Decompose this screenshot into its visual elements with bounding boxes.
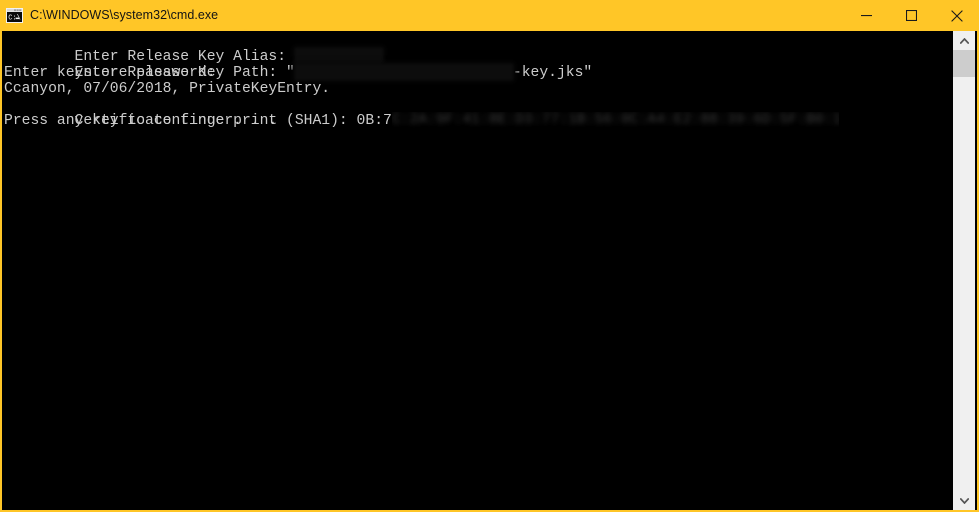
- console-text-block: Enter Release Key Alias: Enter Release K…: [2, 31, 957, 129]
- scrollbar-thumb[interactable]: [953, 50, 975, 77]
- console-line-keystore-password: Enter keystore password:: [4, 65, 216, 81]
- cmd-console-icon: C:\: [6, 8, 23, 23]
- caption-button-group: [844, 0, 977, 31]
- cmd-window: C:\ C:\WINDOWS\system32\cmd.exe Enter Re…: [0, 0, 979, 512]
- scrollbar-track[interactable]: [953, 50, 975, 491]
- console-line-key-path: Enter Release Key Path: " -key.jks": [4, 49, 957, 81]
- title-bar[interactable]: C:\ C:\WINDOWS\system32\cmd.exe: [2, 0, 977, 31]
- scroll-down-button[interactable]: [953, 491, 975, 510]
- close-icon: [950, 9, 963, 22]
- vertical-scrollbar[interactable]: [953, 31, 975, 510]
- chevron-up-icon: [959, 37, 969, 44]
- maximize-icon: [906, 10, 917, 21]
- chevron-down-icon: [959, 497, 969, 504]
- console-line-key-alias: Enter Release Key Alias:: [4, 33, 957, 65]
- window-title: C:\WINDOWS\system32\cmd.exe: [30, 8, 219, 23]
- console-line-fingerprint: Certificate fingerprint (SHA1): 0B:7 C:2A…: [4, 97, 957, 129]
- scroll-up-button[interactable]: [953, 31, 975, 50]
- minimize-button[interactable]: [844, 0, 889, 31]
- console-line-press-any-key: Press any key to continue . . .: [4, 113, 278, 129]
- minimize-icon: [861, 15, 872, 17]
- console-line-certificate-entry: Ccanyon, 07/06/2018, PrivateKeyEntry.: [4, 81, 331, 97]
- close-button[interactable]: [934, 0, 977, 31]
- console-output-area[interactable]: Enter Release Key Alias: Enter Release K…: [2, 31, 957, 510]
- maximize-button[interactable]: [889, 0, 934, 31]
